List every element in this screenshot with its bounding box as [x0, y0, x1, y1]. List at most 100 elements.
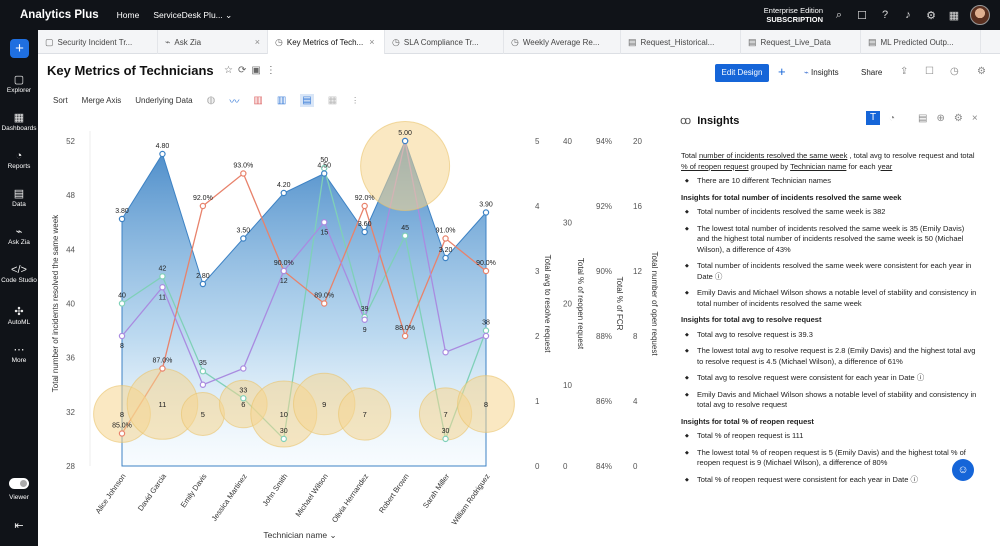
gear-icon[interactable]: ⚙ [924, 8, 938, 22]
insight-heading: Insights for total % of reopen request [681, 416, 814, 426]
y-axis-title: Total % of FCR [615, 277, 624, 331]
insights-intro: Total number of incidents resolved the s… [681, 151, 975, 171]
data-label: 92.0% [355, 195, 375, 202]
search-icon[interactable]: ⌕ [832, 8, 846, 22]
more-icon[interactable]: ⋮ [266, 65, 281, 76]
data-label: 50 [320, 157, 328, 164]
data-label: 38 [482, 320, 490, 327]
y-tick-label: 8 [633, 332, 638, 341]
tab-security-incident[interactable]: ▢ Security Incident Tr... [38, 30, 158, 54]
zia-icon: ⌁ [165, 36, 171, 47]
y-tick-label: 44 [66, 245, 75, 254]
tab-weekly-average[interactable]: ◷ Weekly Average Re... [504, 30, 621, 54]
data-point [199, 202, 207, 210]
y-tick-label: 28 [66, 462, 75, 471]
data-label: 7 [363, 410, 367, 419]
y-tick-label: 40 [563, 137, 572, 146]
y-tick-label: 52 [66, 137, 75, 146]
globe-icon[interactable]: ⊕ [937, 113, 945, 124]
tab-key-metrics[interactable]: ◷ Key Metrics of Tech... × [268, 30, 385, 54]
close-icon[interactable]: × [972, 113, 978, 124]
data-label: 30 [280, 428, 288, 435]
insight-bullet: Total % of reopen request is 111 [681, 431, 977, 442]
data-label: 6 [241, 400, 245, 409]
top-bar: Analytics Plus Home ServiceDesk Plu... ⌄… [0, 0, 1000, 30]
data-point [401, 332, 409, 340]
subscription-label[interactable]: SUBSCRIPTION [764, 15, 823, 24]
data-point [401, 137, 409, 145]
save-icon[interactable]: ▣ [251, 65, 265, 76]
export-icon[interactable]: ⇪ [900, 66, 908, 77]
stacked-bar-icon[interactable]: ▥ [277, 95, 286, 106]
combo-chart: Total number of incidents resolved the s… [51, 121, 659, 540]
x-tick-label: Olivia Hernandez [330, 472, 371, 524]
data-label: 7 [443, 410, 447, 419]
tab-request-historical[interactable]: ▤ Request_Historical... [621, 30, 741, 54]
data-point [159, 284, 166, 291]
tab-sla-compliance[interactable]: ◷ SLA Compliance Tr... [385, 30, 504, 54]
data-label: 3.80 [115, 208, 129, 215]
bell-icon[interactable]: ♪ [901, 8, 915, 22]
x-tick-label: Alice Johnson [93, 472, 127, 515]
gear-icon[interactable]: ⚙ [954, 113, 963, 124]
star-icon[interactable]: ☆ [224, 65, 238, 76]
data-label: 92.0% [193, 195, 213, 202]
y-tick-label: 88% [596, 332, 612, 341]
apps-icon[interactable]: ▦ [947, 8, 961, 22]
data-point [280, 267, 287, 275]
data-point [199, 381, 207, 388]
close-icon[interactable]: × [255, 37, 260, 47]
data-point [240, 235, 247, 242]
table-view-icon[interactable]: ▦ [328, 95, 337, 106]
tab-request-live[interactable]: ▤ Request_Live_Data [741, 30, 861, 54]
bar-chart-icon[interactable]: ▥ [253, 95, 262, 106]
sidebar-item-explorer[interactable]: ▢ Explorer [0, 74, 38, 95]
data-point [118, 215, 126, 223]
insights-body: Total number of incidents resolved the s… [681, 151, 977, 491]
share-button[interactable]: Share [861, 68, 882, 77]
merge-axis-button[interactable]: Merge Axis [82, 96, 122, 105]
doc-icon[interactable]: ▤ [918, 113, 927, 124]
chat-assistant-button[interactable]: ☺ [952, 459, 974, 481]
data-label: 5 [201, 410, 205, 419]
nav-home[interactable]: Home [117, 10, 140, 20]
y-tick-label: 4 [535, 202, 540, 211]
tab-ml-predicted[interactable]: ▤ ML Predicted Outp... [861, 30, 981, 54]
more-icon[interactable]: ⋮ [351, 96, 359, 105]
data-point [442, 254, 449, 262]
insight-bullet: The lowest total % of reopen request is … [681, 448, 977, 469]
edit-design-button[interactable]: Edit Design [715, 64, 769, 82]
y-tick-label: 20 [633, 137, 642, 146]
comment-icon[interactable]: ☐ [925, 66, 934, 77]
y-tick-label: 0 [535, 462, 540, 471]
pie-chart-icon[interactable]: ◍ [207, 95, 216, 106]
chat-icon[interactable]: ☐ [855, 8, 869, 22]
settings-icon[interactable]: ⚙ [977, 66, 986, 77]
text-view-icon[interactable]: T [866, 111, 880, 125]
close-icon[interactable]: × [369, 37, 374, 47]
help-icon[interactable]: ? [878, 8, 892, 22]
app-logo[interactable]: Analytics Plus [20, 9, 99, 21]
history-icon[interactable]: ◷ [950, 66, 959, 77]
nav-workspace[interactable]: ServiceDesk Plu... ⌄ [153, 10, 232, 21]
underlying-data-button[interactable]: Underlying Data [135, 96, 192, 105]
data-label: 93.0% [233, 163, 253, 170]
add-icon[interactable]: + [778, 64, 786, 79]
y-tick-label: 84% [596, 462, 612, 471]
data-label: 3.60 [358, 221, 372, 228]
table-icon: ▤ [628, 36, 637, 47]
data-point [321, 300, 328, 307]
insights-button[interactable]: ⌁ Insights [804, 68, 839, 77]
chart-view-icon[interactable]: ◔ [889, 113, 895, 124]
refresh-icon[interactable]: ⟳ [238, 65, 251, 76]
y-tick-label: 32 [66, 408, 75, 417]
create-button[interactable]: + [10, 39, 29, 58]
data-label: 45 [401, 225, 409, 232]
sort-button[interactable]: Sort [53, 96, 68, 105]
data-point [442, 235, 449, 242]
avatar[interactable] [970, 5, 990, 25]
data-point [442, 435, 449, 443]
edition-badge: Enterprise Edition SUBSCRIPTION [763, 6, 823, 24]
tab-ask-zia[interactable]: ⌁ Ask Zia × [158, 30, 268, 54]
y-tick-label: 92% [596, 202, 612, 211]
